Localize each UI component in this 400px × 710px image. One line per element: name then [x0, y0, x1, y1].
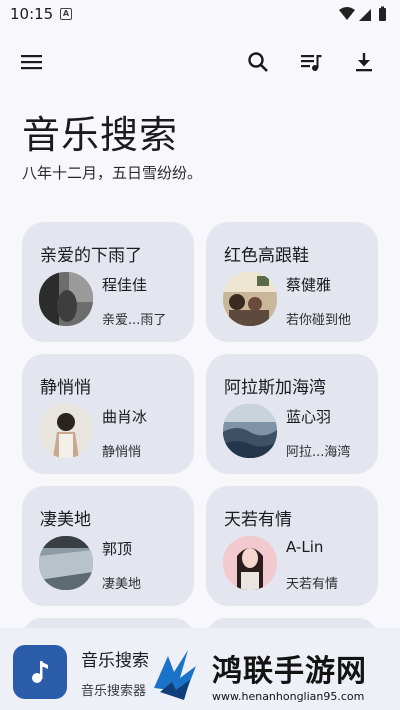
page-subtitle: 八年十二月，五日雪纷纷。 [22, 164, 203, 182]
song-artist: 程佳佳 [102, 276, 148, 294]
download-icon[interactable] [352, 50, 376, 74]
status-time: 10:15 [10, 5, 54, 23]
song-album: 亲爱...雨了 [102, 313, 167, 328]
song-album: 若你碰到他 [286, 313, 352, 328]
song-album: 阿拉...海湾 [286, 445, 351, 460]
player-title: 音乐搜索 [81, 651, 149, 671]
album-cover [223, 272, 277, 326]
watermark-text: 鸿联手游网 [212, 654, 367, 689]
song-card[interactable]: 天若有情 A-Lin 天若有情 [206, 486, 378, 606]
song-card[interactable]: 红色高跟鞋 蔡健雅 若你碰到他 [206, 222, 378, 342]
song-album: 天若有情 [286, 577, 339, 592]
song-title: 静悄悄 [40, 378, 91, 398]
player-subtitle: 音乐搜索器 [81, 684, 147, 699]
album-cover [39, 404, 93, 458]
song-title: 亲爱的下雨了 [40, 246, 142, 266]
song-card[interactable]: 阿拉斯加海湾 蓝心羽 阿拉...海湾 [206, 354, 378, 474]
notification-icon: A [60, 8, 72, 20]
page-title: 音乐搜索 [22, 113, 179, 157]
song-artist: A-Lin [286, 538, 324, 556]
menu-icon[interactable] [20, 50, 44, 74]
song-artist: 蓝心羽 [286, 408, 332, 426]
system-status-icons [339, 6, 386, 21]
music-note-icon [32, 661, 48, 683]
watermark: 鸿联手游网 www.henanhonglian95.com [150, 640, 400, 710]
player-artwork [13, 645, 67, 699]
song-album: 凄美地 [102, 577, 142, 592]
song-artist: 曲肖冰 [102, 408, 148, 426]
top-app-bar [0, 36, 400, 88]
search-icon[interactable] [246, 50, 270, 74]
song-card[interactable]: 凄美地 郭顶 凄美地 [22, 486, 194, 606]
watermark-url: www.henanhonglian95.com [212, 690, 365, 703]
album-cover [223, 404, 277, 458]
song-card[interactable]: 亲爱的下雨了 程佳佳 亲爱...雨了 [22, 222, 194, 342]
song-card[interactable]: 静悄悄 曲肖冰 静悄悄 [22, 354, 194, 474]
queue-music-icon[interactable] [299, 50, 323, 74]
song-title: 红色高跟鞋 [224, 246, 309, 266]
album-cover [223, 536, 277, 590]
song-title: 凄美地 [40, 510, 91, 530]
status-bar: 10:15 A [0, 0, 400, 28]
song-title: 天若有情 [224, 510, 292, 530]
song-album: 静悄悄 [102, 445, 142, 460]
song-artist: 郭顶 [102, 540, 133, 558]
watermark-logo [154, 650, 196, 700]
song-title: 阿拉斯加海湾 [224, 378, 326, 398]
song-artist: 蔡健雅 [286, 276, 332, 294]
album-cover [39, 536, 93, 590]
album-cover [39, 272, 93, 326]
